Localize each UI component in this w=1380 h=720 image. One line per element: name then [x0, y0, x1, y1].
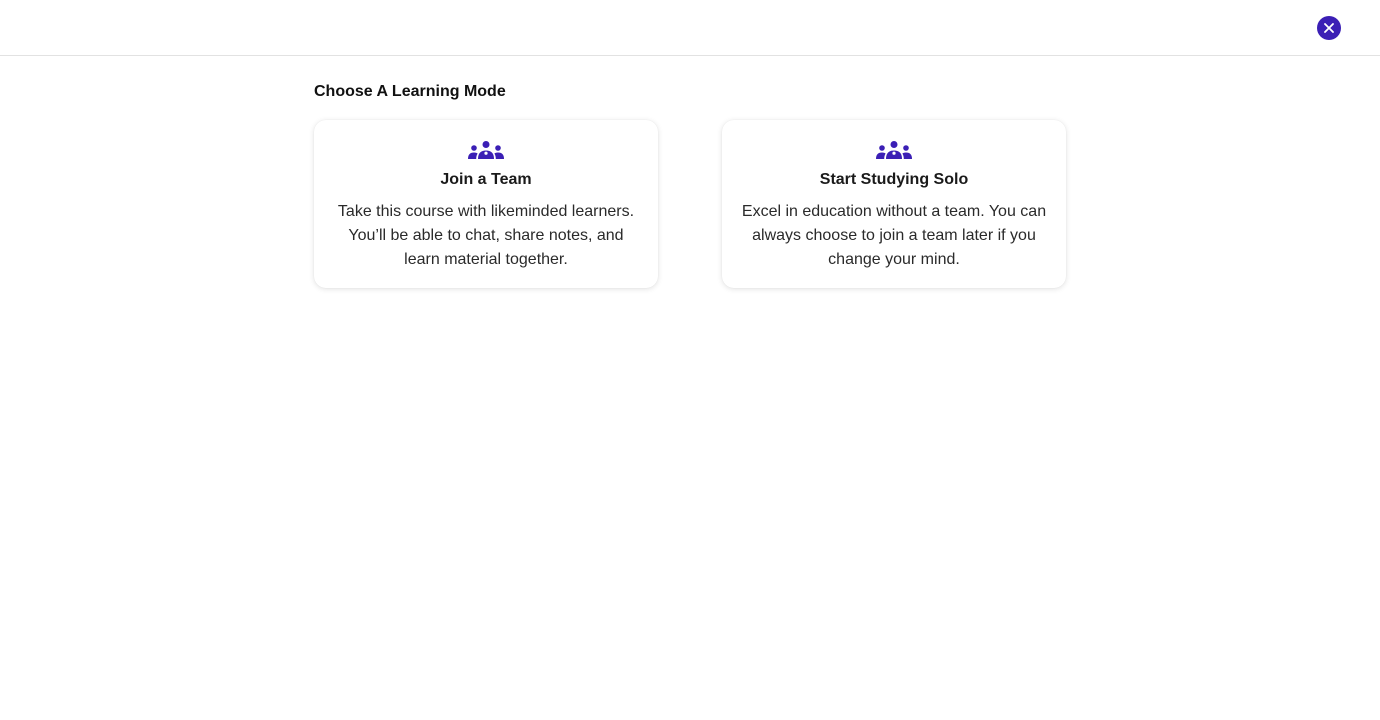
card-title: Start Studying Solo: [819, 171, 969, 188]
card-description: Excel in education without a team. You c…: [741, 203, 1047, 268]
top-bar: [0, 0, 1380, 56]
page-title: Choose A Learning Mode: [314, 83, 506, 100]
join-team-card[interactable]: Join a Team Take this course with likemi…: [314, 120, 658, 288]
card-description: Take this course with likeminded learner…: [337, 203, 635, 268]
card-title: Join a Team: [440, 171, 532, 188]
group-icon: [876, 141, 912, 159]
page: Choose A Learning Mode Join a Team Take …: [0, 0, 1380, 720]
group-icon: [468, 141, 504, 159]
study-solo-card[interactable]: Start Studying Solo Excel in education w…: [722, 120, 1066, 288]
close-button[interactable]: [1317, 16, 1341, 40]
close-icon: [1324, 23, 1334, 33]
